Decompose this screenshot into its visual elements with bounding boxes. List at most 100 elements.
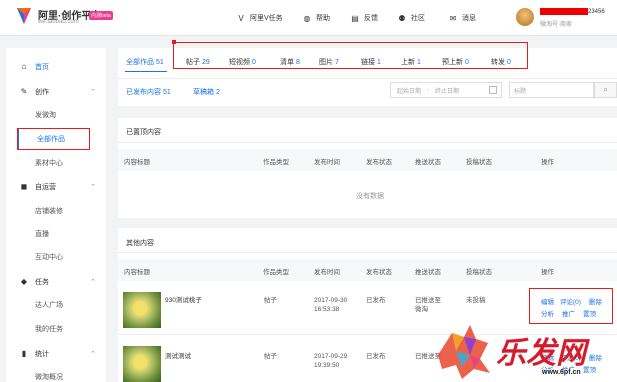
- publish-status: 已发布: [366, 353, 386, 360]
- user-role: 微淘号·商家: [540, 22, 572, 28]
- col-actions: 操作: [541, 159, 554, 166]
- col-content-title: 内容标题: [124, 269, 150, 276]
- post-time: 16:53:38: [314, 306, 340, 313]
- col-content-title: 内容标题: [124, 159, 150, 166]
- divider: [118, 142, 617, 143]
- sidebar: ⌂ 首页 ✎ 创作 ⌃ 发微淘 全部作品 素材中心 ◼ 自运营 ⌃ 店铺装修 直…: [6, 48, 106, 382]
- nav-label: 消息: [462, 15, 476, 22]
- sidebar-item-self-operation[interactable]: ◼ 自运营 ⌃: [6, 177, 106, 197]
- nav-label: 阿里V任务: [250, 15, 283, 22]
- nav-feedback[interactable]: ▤ 反馈: [350, 13, 378, 23]
- sidebar-item-talent-square[interactable]: 达人广场: [6, 295, 106, 315]
- chevron-up-icon: ⌃: [90, 184, 96, 191]
- col-publish-status: 发布状态: [366, 269, 392, 276]
- highlight-marker: [172, 40, 176, 44]
- post-title[interactable]: 930测试桃子: [165, 296, 202, 305]
- mail-icon: ✉: [449, 13, 457, 23]
- username[interactable]: 23456: [540, 8, 605, 15]
- col-push-status: 推送状态: [415, 269, 441, 276]
- sidebar-item-stats[interactable]: ▮ 统计 ⌃: [6, 344, 106, 364]
- sidebar-item-label: 店铺装修: [35, 208, 63, 215]
- nav-label: 反馈: [364, 15, 378, 22]
- feedback-icon: ▤: [351, 13, 359, 23]
- tab-label: 全部作品: [126, 59, 154, 66]
- active-tab-indicator: [125, 71, 167, 72]
- col-submit-status: 投稿状态: [466, 159, 492, 166]
- nav-messages[interactable]: ✉ 消息: [448, 13, 476, 23]
- date-range-picker[interactable]: 起始日期 - 终止日期: [390, 82, 502, 98]
- chart-icon: ▮: [21, 349, 27, 358]
- watermark-url: www.6pf.cn: [540, 369, 583, 376]
- tab-all-works[interactable]: 全部作品 51: [126, 57, 164, 67]
- sidebar-item-my-tasks[interactable]: 我的任务: [6, 319, 106, 339]
- nav-help[interactable]: ◍ 帮助: [302, 13, 331, 23]
- subtab-published[interactable]: 已发布内容 51: [126, 87, 171, 97]
- post-time: 19:39:50: [314, 362, 340, 369]
- col-publish-time: 发布时间: [314, 269, 340, 276]
- post-thumbnail[interactable]: [123, 346, 161, 382]
- sidebar-item-label: 任务: [35, 279, 49, 286]
- post-type: 帖子: [264, 297, 277, 304]
- empty-state: 没有数据: [356, 193, 384, 200]
- push-status: 已推送至: [415, 297, 441, 304]
- logo-icon[interactable]: [14, 6, 34, 26]
- nav-community[interactable]: ⚉ 社区: [397, 13, 425, 23]
- post-date: 2017-09-29: [314, 353, 348, 360]
- sidebar-item-label: 达人广场: [35, 302, 63, 309]
- watermark-logo: 乐发网: [438, 325, 590, 379]
- top-header: 阿里·创作平台 we.taobao.com 内测beta V 阿里V任务 ◍ 帮…: [0, 0, 617, 36]
- sidebar-item-label: 互动中心: [35, 254, 63, 261]
- title-search-input[interactable]: 标题: [509, 82, 594, 98]
- sidebar-item-home[interactable]: ⌂ 首页: [6, 57, 106, 77]
- col-push-status: 推送状态: [415, 159, 441, 166]
- sidebar-item-tasks[interactable]: ◆ 任务 ⌃: [6, 272, 106, 292]
- post-thumbnail[interactable]: [123, 292, 161, 328]
- tab-count: 51: [156, 59, 164, 66]
- others-section-title: 其他内容: [126, 240, 154, 247]
- sidebar-item-interaction[interactable]: 互动中心: [6, 247, 106, 267]
- help-icon: ◍: [303, 13, 311, 23]
- col-work-type: 作品类型: [263, 269, 289, 276]
- sidebar-item-weitao-overview[interactable]: 微淘概况: [6, 367, 106, 382]
- tabs-divider: [118, 78, 617, 79]
- sidebar-item-all-works[interactable]: 全部作品: [17, 128, 90, 150]
- nav-label: 帮助: [316, 15, 330, 22]
- pen-icon: ✎: [20, 87, 28, 96]
- v-icon: V: [238, 13, 244, 23]
- sidebar-item-store-decor[interactable]: 店铺装修: [6, 201, 106, 221]
- sidebar-item-label: 首页: [35, 64, 49, 71]
- submit-status: 未投稿: [466, 297, 486, 304]
- sidebar-item-label: 创作: [35, 89, 49, 96]
- sidebar-item-label: 发微淘: [35, 112, 56, 119]
- sidebar-item-materials[interactable]: 素材中心: [6, 153, 106, 173]
- avatar[interactable]: [516, 8, 534, 26]
- sidebar-item-post[interactable]: 发微淘: [6, 105, 106, 125]
- svg-text:乐发网: 乐发网: [496, 336, 590, 371]
- post-title[interactable]: 测试测试: [165, 352, 191, 361]
- sidebar-item-label: 我的任务: [35, 326, 63, 333]
- highlight-box-tabs: [173, 42, 528, 69]
- subtab-drafts[interactable]: 草稿箱 2: [193, 87, 220, 97]
- box-icon: ◼: [20, 182, 28, 191]
- pinned-section-title: 已置顶内容: [126, 129, 161, 136]
- home-icon: ⌂: [21, 62, 27, 71]
- date-separator: -: [427, 87, 430, 93]
- task-icon: ◆: [20, 277, 28, 286]
- col-publish-status: 发布状态: [366, 159, 392, 166]
- app-url: we.taobao.com: [38, 19, 79, 25]
- sidebar-item-create[interactable]: ✎ 创作 ⌃: [6, 82, 106, 102]
- search-icon[interactable]: ⌕: [594, 82, 617, 98]
- sidebar-item-label: 素材中心: [35, 160, 63, 167]
- col-submit-status: 投稿状态: [466, 269, 492, 276]
- sidebar-item-label: 统计: [35, 351, 49, 358]
- start-date-field[interactable]: 起始日期: [397, 86, 421, 95]
- sidebar-item-label: 全部作品: [37, 136, 65, 143]
- sidebar-item-live[interactable]: 直播: [6, 224, 106, 244]
- end-date-field[interactable]: 终止日期: [435, 86, 459, 95]
- nav-v-task[interactable]: V 阿里V任务: [236, 13, 283, 23]
- sidebar-item-label: 自运营: [35, 184, 56, 191]
- redacted-name: [540, 8, 588, 15]
- push-target: 微淘: [415, 306, 428, 313]
- chevron-up-icon: ⌃: [90, 279, 96, 286]
- sidebar-item-label: 微淘概况: [35, 374, 63, 381]
